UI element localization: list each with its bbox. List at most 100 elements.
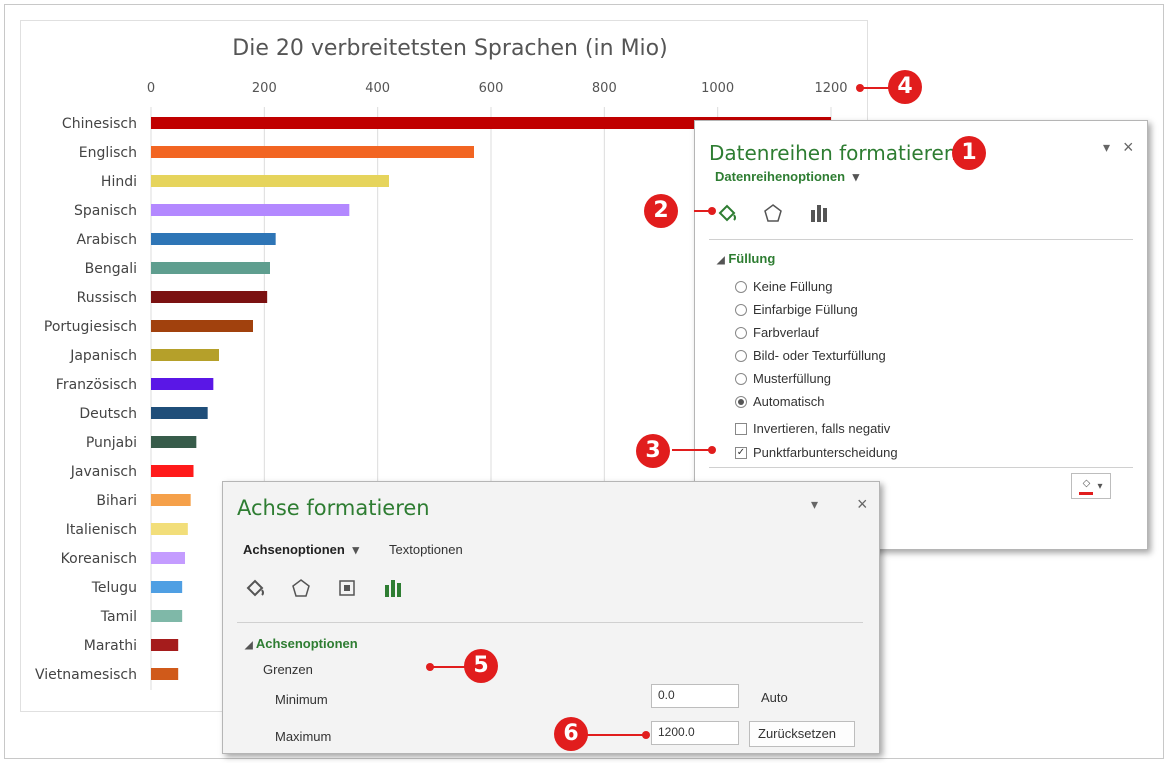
x-tick-label: 600 <box>479 81 504 96</box>
tab-label: Achsenoptionen <box>243 542 345 557</box>
option-automatic[interactable]: Automatisch <box>735 394 825 409</box>
bar[interactable] <box>151 436 197 448</box>
bar[interactable] <box>151 262 270 274</box>
bar[interactable] <box>151 639 179 651</box>
size-properties-icon[interactable] <box>335 576 359 600</box>
tab-text-options[interactable]: Textoptionen <box>389 542 463 557</box>
pane-icon-tabs <box>243 576 405 600</box>
radio-button[interactable] <box>735 326 747 339</box>
category-label: Bihari <box>96 493 137 509</box>
fill-line-icon[interactable] <box>715 201 739 225</box>
radio-button-selected[interactable] <box>735 395 747 408</box>
callout-marker-5: 5 <box>464 649 498 683</box>
category-label: Französisch <box>56 377 137 393</box>
option-label: Automatisch <box>753 394 825 409</box>
maximum-input[interactable]: 1200.0 <box>651 721 739 745</box>
series-options-dropdown[interactable]: Datenreihenoptionen ▾ <box>715 169 859 185</box>
bar[interactable] <box>151 233 276 245</box>
category-label: Telugu <box>91 580 137 596</box>
callout-leader-dot-5 <box>426 663 434 671</box>
callout-leader-dot-4 <box>856 84 864 92</box>
checkbox-vary-colors[interactable]: ✓ Punktfarbunterscheidung <box>735 445 898 460</box>
checkbox[interactable] <box>735 422 747 435</box>
bar[interactable] <box>151 146 474 158</box>
callout-marker-1: 1 <box>952 136 986 170</box>
checkbox-checked[interactable]: ✓ <box>735 446 747 459</box>
category-label: Tamil <box>100 609 137 625</box>
axis-options-icon[interactable] <box>381 576 405 600</box>
callout-leader-6 <box>586 734 648 736</box>
option-gradient-fill[interactable]: Farbverlauf <box>735 325 819 340</box>
axis-options-section-header[interactable]: ◢ Achsenoptionen <box>245 636 358 651</box>
bar[interactable] <box>151 552 185 564</box>
bar[interactable] <box>151 204 350 216</box>
bar[interactable] <box>151 523 188 535</box>
option-label: Bild- oder Texturfüllung <box>753 348 886 363</box>
category-label: Spanisch <box>74 203 137 219</box>
category-label: Arabisch <box>76 232 137 248</box>
option-picture-fill[interactable]: Bild- oder Texturfüllung <box>735 348 886 363</box>
pane-menu-dropdown[interactable]: ▾ <box>1103 139 1110 156</box>
category-label: Chinesisch <box>62 116 137 132</box>
category-label: Koreanisch <box>61 551 137 567</box>
close-icon[interactable]: × <box>857 494 868 515</box>
fill-line-icon[interactable] <box>243 576 267 600</box>
effects-icon[interactable] <box>761 201 785 225</box>
chevron-down-icon: ▾ <box>852 169 860 184</box>
bar[interactable] <box>151 465 194 477</box>
fill-section-header[interactable]: ◢ Füllung <box>717 251 775 266</box>
axis-options-section-label: Achsenoptionen <box>255 636 358 651</box>
category-label: Russisch <box>77 290 137 306</box>
bar[interactable] <box>151 668 179 680</box>
callout-marker-6: 6 <box>554 717 588 751</box>
bar[interactable] <box>151 320 253 332</box>
bar[interactable] <box>151 407 208 419</box>
option-label: Farbverlauf <box>753 325 819 340</box>
bar[interactable] <box>151 581 183 593</box>
radio-button[interactable] <box>735 349 747 362</box>
option-label: Einfarbige Füllung <box>753 302 858 317</box>
pane-menu-dropdown[interactable]: ▾ <box>811 496 818 513</box>
format-axis-pane[interactable]: Achse formatieren ▾ × Achsenoptionen ▾ T… <box>222 481 880 754</box>
collapse-triangle-icon: ◢ <box>717 255 725 266</box>
maximum-label: Maximum <box>275 729 332 744</box>
callout-marker-4: 4 <box>888 70 922 104</box>
separator <box>237 622 863 623</box>
radio-button[interactable] <box>735 280 747 293</box>
callout-marker-3: 3 <box>636 434 670 468</box>
bar[interactable] <box>151 610 183 622</box>
callout-leader-dot-2 <box>708 207 716 215</box>
series-options-icon[interactable] <box>807 201 831 225</box>
x-tick-label: 800 <box>592 81 617 96</box>
category-label: Italienisch <box>66 522 137 538</box>
bar[interactable] <box>151 494 191 506</box>
effects-icon[interactable] <box>289 576 313 600</box>
option-solid-fill[interactable]: Einfarbige Füllung <box>735 302 858 317</box>
category-label: Hindi <box>101 174 137 190</box>
chart-title: Die 20 verbreitetsten Sprachen (in Mio) <box>232 36 668 61</box>
tab-axis-options[interactable]: Achsenoptionen ▾ <box>243 542 359 558</box>
bar[interactable] <box>151 349 219 361</box>
category-label: Deutsch <box>79 406 137 422</box>
close-icon[interactable]: × <box>1123 137 1134 158</box>
option-label: Keine Füllung <box>753 279 833 294</box>
option-no-fill[interactable]: Keine Füllung <box>735 279 833 294</box>
callout-leader-dot-3 <box>708 446 716 454</box>
bounds-label: Grenzen <box>263 662 313 677</box>
bar[interactable] <box>151 378 214 390</box>
series-options-label: Datenreihenoptionen <box>715 169 846 184</box>
callout-leader-4 <box>860 87 890 89</box>
fill-color-button[interactable]: ◇ ▾ <box>1071 473 1111 499</box>
option-pattern-fill[interactable]: Musterfüllung <box>735 371 831 386</box>
bar[interactable] <box>151 291 268 303</box>
x-tick-label: 200 <box>252 81 277 96</box>
radio-button[interactable] <box>735 303 747 316</box>
checkbox-invert-if-negative[interactable]: Invertieren, falls negativ <box>735 421 890 436</box>
bar[interactable] <box>151 175 389 187</box>
reset-button[interactable]: Zurücksetzen <box>749 721 855 747</box>
category-label: Bengali <box>85 261 137 277</box>
category-label: Englisch <box>79 145 137 161</box>
minimum-input[interactable]: 0.0 <box>651 684 739 708</box>
option-label: Musterfüllung <box>753 371 832 386</box>
radio-button[interactable] <box>735 372 747 385</box>
